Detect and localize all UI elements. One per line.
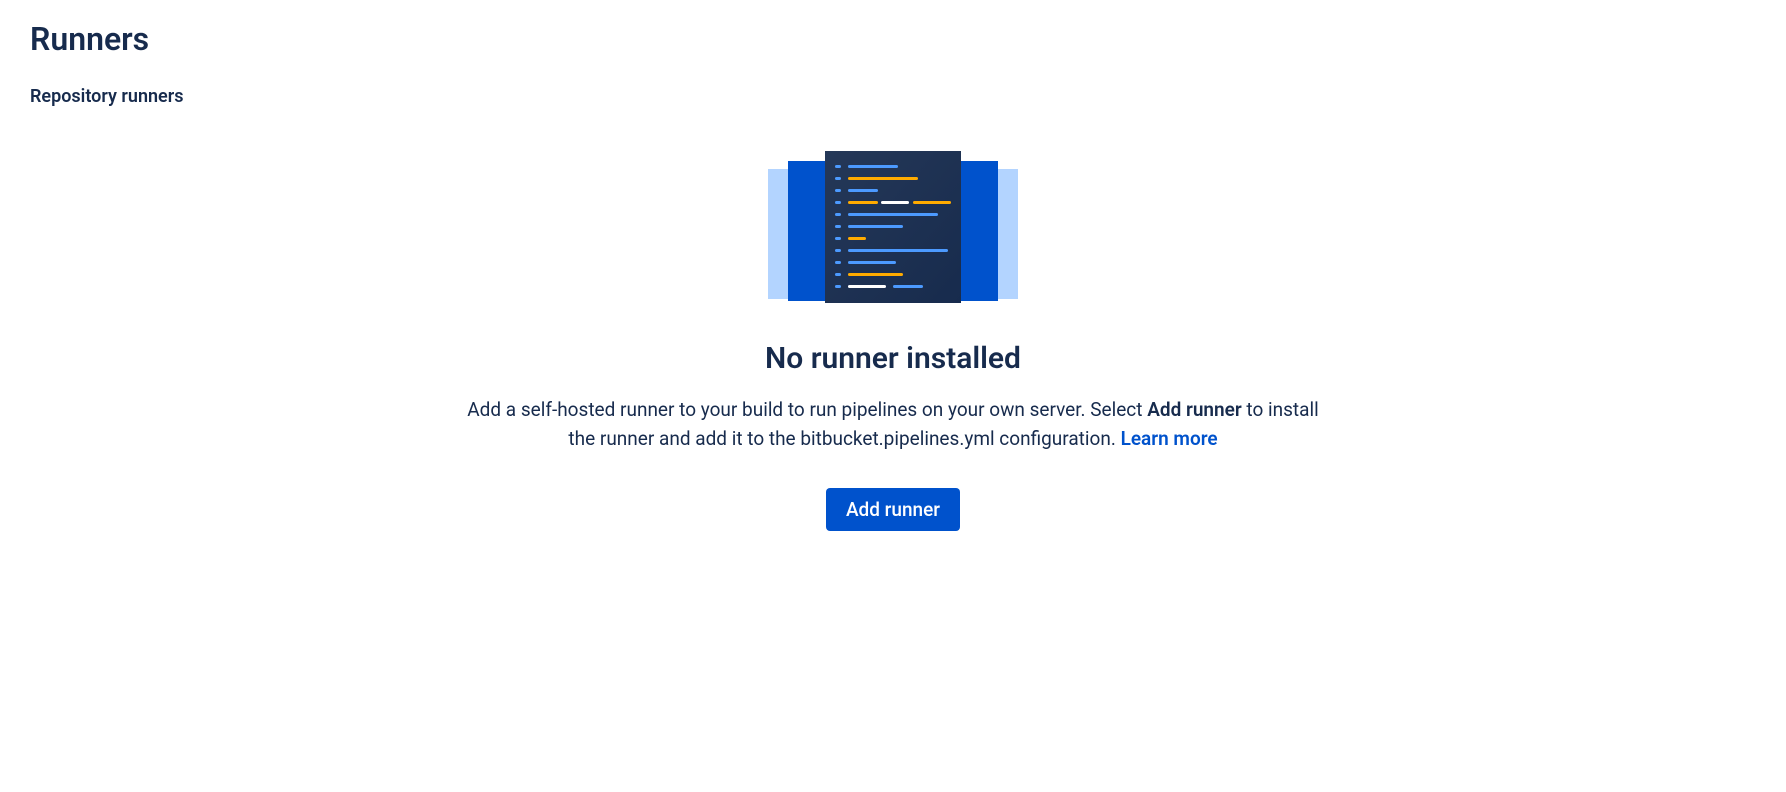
page-title: Runners [30, 20, 1756, 58]
learn-more-link[interactable]: Learn more [1121, 427, 1218, 450]
add-runner-button[interactable]: Add runner [826, 488, 960, 531]
description-text-1: Add a self-hosted runner to your build t… [467, 398, 1147, 421]
code-editor-illustration-icon [753, 147, 1033, 311]
empty-state-container: No runner installed Add a self-hosted ru… [443, 147, 1343, 531]
section-title: Repository runners [30, 86, 1756, 107]
empty-state-title: No runner installed [765, 341, 1021, 376]
empty-state-description: Add a self-hosted runner to your build t… [453, 396, 1333, 453]
description-bold: Add runner [1147, 398, 1242, 421]
